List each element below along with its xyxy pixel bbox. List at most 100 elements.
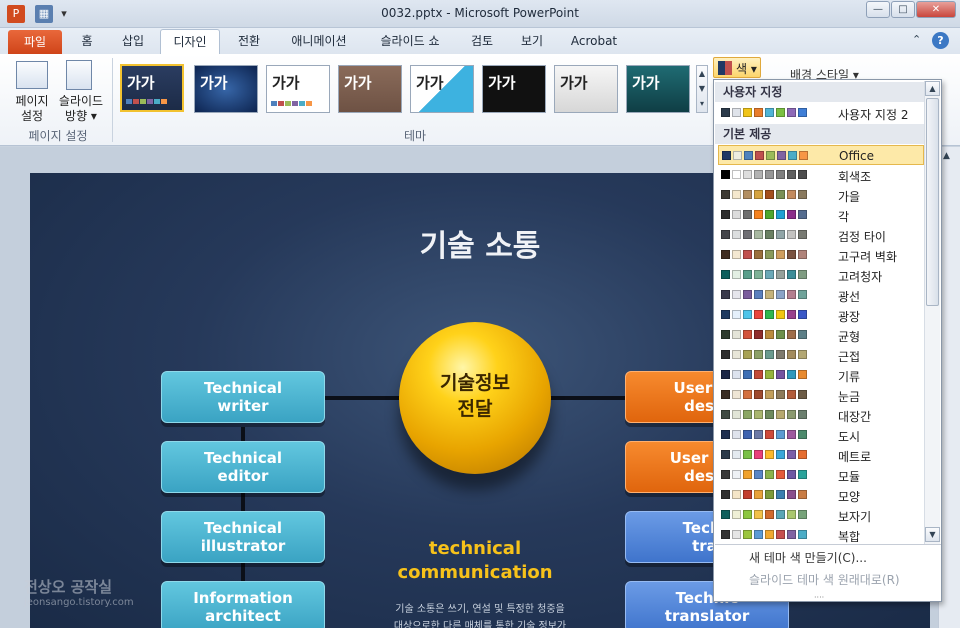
color-scheme-item[interactable]: 회색조 (718, 165, 924, 185)
color-scheme-item[interactable]: 눈금 (718, 385, 924, 405)
color-swatch (776, 310, 785, 319)
color-swatch (765, 290, 774, 299)
color-swatch (732, 250, 741, 259)
color-swatch (765, 330, 774, 339)
page-setup-button[interactable]: 페이지 설정 (10, 94, 54, 124)
tab-design[interactable]: 디자인 (160, 29, 220, 54)
theme-thumb-7[interactable]: 가가 (554, 65, 618, 113)
ribbon-tab-bar: 파일 홈 삽입 디자인 전환 애니메이션 슬라이드 쇼 검토 보기 Acroba… (0, 28, 960, 54)
color-swatch (798, 370, 807, 379)
color-swatch (776, 250, 785, 259)
color-swatch (776, 530, 785, 539)
tab-slideshow[interactable]: 슬라이드 쇼 (368, 29, 452, 54)
color-swatch (776, 210, 785, 219)
color-swatch (787, 210, 796, 219)
minimize-icon[interactable]: — (866, 1, 890, 18)
tab-transitions[interactable]: 전환 (228, 29, 270, 54)
color-scheme-item[interactable]: 기류 (718, 365, 924, 385)
create-new-theme-colors[interactable]: 새 테마 색 만들기(C)... (715, 547, 941, 569)
tab-home[interactable]: 홈 (72, 29, 102, 54)
scroll-down-icon[interactable]: ▼ (925, 527, 940, 542)
color-scheme-item[interactable]: 고구려 벽화 (718, 245, 924, 265)
color-swatch (721, 330, 730, 339)
color-scheme-item[interactable]: 광장 (718, 305, 924, 325)
color-swatch (743, 170, 752, 179)
color-swatch (743, 350, 752, 359)
color-scheme-item[interactable]: 모듈 (718, 465, 924, 485)
color-scheme-item[interactable]: 대장간 (718, 405, 924, 425)
color-scheme-item[interactable]: 고려청자 (718, 265, 924, 285)
color-swatches (721, 230, 807, 239)
color-swatch (766, 151, 775, 160)
theme-thumb-current[interactable]: 가가 (120, 64, 184, 112)
color-swatch (765, 510, 774, 519)
color-swatch (754, 510, 763, 519)
color-swatches (721, 470, 807, 479)
color-swatch (754, 230, 763, 239)
theme-thumb-6[interactable]: 가가 (482, 65, 546, 113)
tab-file[interactable]: 파일 (8, 30, 62, 54)
theme-thumb-3[interactable]: 가가 (266, 65, 330, 113)
color-swatch (776, 390, 785, 399)
color-swatch (754, 370, 763, 379)
color-swatches (721, 350, 807, 359)
color-swatch (798, 510, 807, 519)
theme-thumb-4[interactable]: 가가 (338, 65, 402, 113)
color-swatches (721, 430, 807, 439)
theme-thumb-2[interactable]: 가가 (194, 65, 258, 113)
color-swatch (743, 250, 752, 259)
color-swatch (754, 210, 763, 219)
connector-line (550, 396, 630, 400)
color-swatch (721, 530, 730, 539)
color-scheme-item[interactable]: 균형 (718, 325, 924, 345)
color-scheme-name: 복합 (838, 530, 861, 544)
color-scheme-item[interactable]: 검정 타이 (718, 225, 924, 245)
color-scheme-item[interactable]: 가을 (718, 185, 924, 205)
theme-colors-dropdown: 사용자 지정 사용자 지정 2 기본 제공 Office 회색조 가을 각 검정 타이 고… (713, 79, 942, 602)
color-scheme-item[interactable]: 복합 (718, 525, 924, 545)
colors-button[interactable]: 색 ▾ (713, 57, 761, 78)
theme-gallery-scroll[interactable]: ▲ ▼ ▾ (696, 65, 708, 113)
slide-orientation-button[interactable]: 슬라이드 방향 ▾ (56, 94, 106, 124)
color-scheme-item[interactable]: 모양 (718, 485, 924, 505)
color-swatches (721, 310, 807, 319)
color-scheme-item[interactable]: 광선 (718, 285, 924, 305)
color-swatch (776, 410, 785, 419)
color-scheme-item[interactable]: 각 (718, 205, 924, 225)
color-swatch (732, 108, 741, 117)
color-swatch (798, 108, 807, 117)
color-scheme-item[interactable]: Office (718, 145, 924, 165)
reset-slide-theme-colors[interactable]: 슬라이드 테마 색 원래대로(R) (715, 569, 941, 591)
color-scheme-item[interactable]: 도시 (718, 425, 924, 445)
ribbon-collapse-icon[interactable]: ⌃ (912, 33, 921, 46)
watermark-url: jeonsango.tistory.com (24, 597, 134, 608)
color-swatch (754, 350, 763, 359)
color-scheme-item[interactable]: 메트로 (718, 445, 924, 465)
scroll-up-icon[interactable]: ▲ (925, 81, 940, 96)
tab-review[interactable]: 검토 (462, 29, 502, 54)
color-swatch (798, 270, 807, 279)
color-scheme-item[interactable]: 근접 (718, 345, 924, 365)
tab-insert[interactable]: 삽입 (112, 29, 154, 54)
scroll-up-icon[interactable]: ▲ (943, 151, 950, 161)
close-icon[interactable]: ✕ (916, 1, 956, 18)
dropdown-scrollbar[interactable]: ▲ ▼ (924, 81, 940, 544)
color-scheme-name: 광선 (838, 290, 861, 304)
color-scheme-item[interactable]: 보자기 (718, 505, 924, 525)
tab-animations[interactable]: 애니메이션 (280, 29, 358, 54)
scroll-thumb[interactable] (926, 98, 939, 306)
maximize-icon[interactable]: □ (891, 1, 915, 18)
color-swatch (743, 210, 752, 219)
tab-acrobat[interactable]: Acrobat (562, 29, 626, 54)
color-swatch (721, 170, 730, 179)
theme-thumb-8[interactable]: 가가 (626, 65, 690, 113)
color-scheme-name: 각 (838, 210, 850, 224)
tab-view[interactable]: 보기 (512, 29, 552, 54)
color-swatch (722, 151, 731, 160)
color-scheme-custom-2[interactable]: 사용자 지정 2 (718, 103, 924, 123)
help-icon[interactable]: ? (932, 32, 949, 49)
color-swatch (754, 310, 763, 319)
theme-thumb-5[interactable]: 가가 (410, 65, 474, 113)
resize-grip-icon[interactable]: ···· (814, 593, 824, 602)
color-swatch (733, 151, 742, 160)
